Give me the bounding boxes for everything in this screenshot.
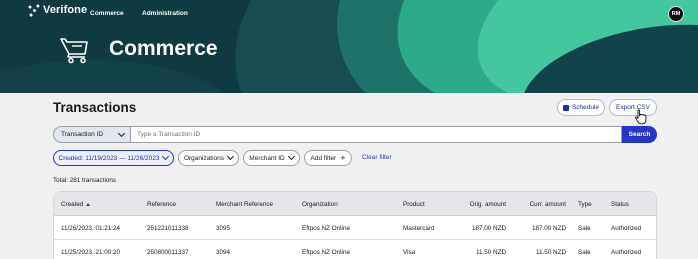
organizations-filter-label: Organizations [183,154,225,162]
user-avatar[interactable]: RM [668,6,684,22]
hero-title: Commerce [109,37,218,60]
cell-created: 11/26/2023, 01:21:24 [61,224,121,232]
chevron-down-icon [287,152,295,161]
chevron-down-icon [227,152,235,161]
transaction-id-input[interactable] [131,126,622,143]
search-field-label: Transaction ID [61,131,104,138]
total-count: Total: 281 transactions [53,177,117,184]
column-header-curr-amount[interactable]: Curr. amount [522,192,566,216]
merchant-id-filter[interactable]: Merchant ID [243,150,300,166]
cell-type: Sale [578,248,591,256]
cell-created: 11/25/2023, 21:00:20 [61,248,121,256]
cell-status: Authorized [611,248,642,256]
transactions-table: Created Reference Merchant Reference Org… [53,191,657,259]
hero-wave [0,60,240,93]
organizations-filter[interactable]: Organizations [178,150,239,166]
schedule-label: Schedule [571,104,600,111]
merchant-id-filter-label: Merchant ID [249,154,285,162]
shopping-cart-icon [60,38,88,64]
column-header-organization[interactable]: Organization [302,192,338,216]
chevron-down-icon [117,129,126,137]
column-header-orig-amount[interactable]: Orig. amount [464,192,506,216]
brand-name: Verifone [43,4,88,16]
chevron-down-icon [162,152,170,161]
add-filter-button[interactable]: Add filter + [304,150,352,166]
cell-merchant-reference: 3094 [216,248,231,256]
column-header-reference[interactable]: Reference [147,192,176,216]
search-bar: Transaction ID Search [53,126,657,143]
plus-icon: + [340,153,346,163]
page-title: Transactions [53,100,137,115]
cell-organization: Eftpos NZ Online [302,224,350,232]
table-header: Created Reference Merchant Reference Org… [54,192,656,216]
search-button[interactable]: Search [622,126,657,143]
cell-product: Mastercard [403,224,435,232]
column-header-type[interactable]: Type [578,192,592,216]
cell-orig-amount: 11.50 NZD [476,248,506,256]
cell-status: Authorized [611,224,642,232]
top-navigation: Verifone Commerce Administration RM [0,0,698,28]
cell-curr-amount: 187.00 NZD [532,224,566,232]
add-filter-label: Add filter [310,154,337,162]
cell-organization: Eftpos NZ Online [302,248,350,256]
column-header-status[interactable]: Status [611,192,629,216]
sort-ascending-icon [86,202,91,206]
logo-icon [28,3,40,17]
created-date-filter-label: Created: 11/19/2023 — 11/26/2023 [58,154,160,162]
cell-product: Visa [403,248,416,256]
column-header-created[interactable]: Created [61,192,91,216]
export-csv-button[interactable]: Export CSV [609,99,657,116]
cell-curr-amount: 11.50 NZD [536,248,566,256]
calendar-icon [562,104,569,111]
column-header-product[interactable]: Product [403,192,425,216]
nav-item-commerce[interactable]: Commerce [90,10,124,17]
hero-banner: Verifone Commerce Administration RM Comm… [0,0,698,93]
table-row[interactable]: 11/26/2023, 01:21:24 251221011338 3095 E… [54,216,656,240]
created-date-filter[interactable]: Created: 11/19/2023 — 11/26/2023 [53,150,174,166]
brand-logo[interactable]: Verifone [28,3,88,17]
column-header-merchant-reference[interactable]: Merchant Reference [216,192,273,216]
clear-filter-link[interactable]: Clear filter [362,154,392,161]
column-header-label: Created [61,200,84,208]
nav-item-administration[interactable]: Administration [142,10,188,17]
cell-reference: 251221011338 [147,224,189,232]
search-field-select[interactable]: Transaction ID [53,126,131,143]
cell-merchant-reference: 3095 [216,224,231,232]
cell-type: Sale [578,224,591,232]
schedule-button[interactable]: Schedule [557,99,605,116]
cell-reference: 250800011337 [147,248,189,256]
cell-orig-amount: 187.00 NZD [472,224,506,232]
table-row[interactable]: 11/25/2023, 21:00:20 250800011337 3094 E… [54,240,656,259]
hand-cursor-icon [635,109,647,125]
